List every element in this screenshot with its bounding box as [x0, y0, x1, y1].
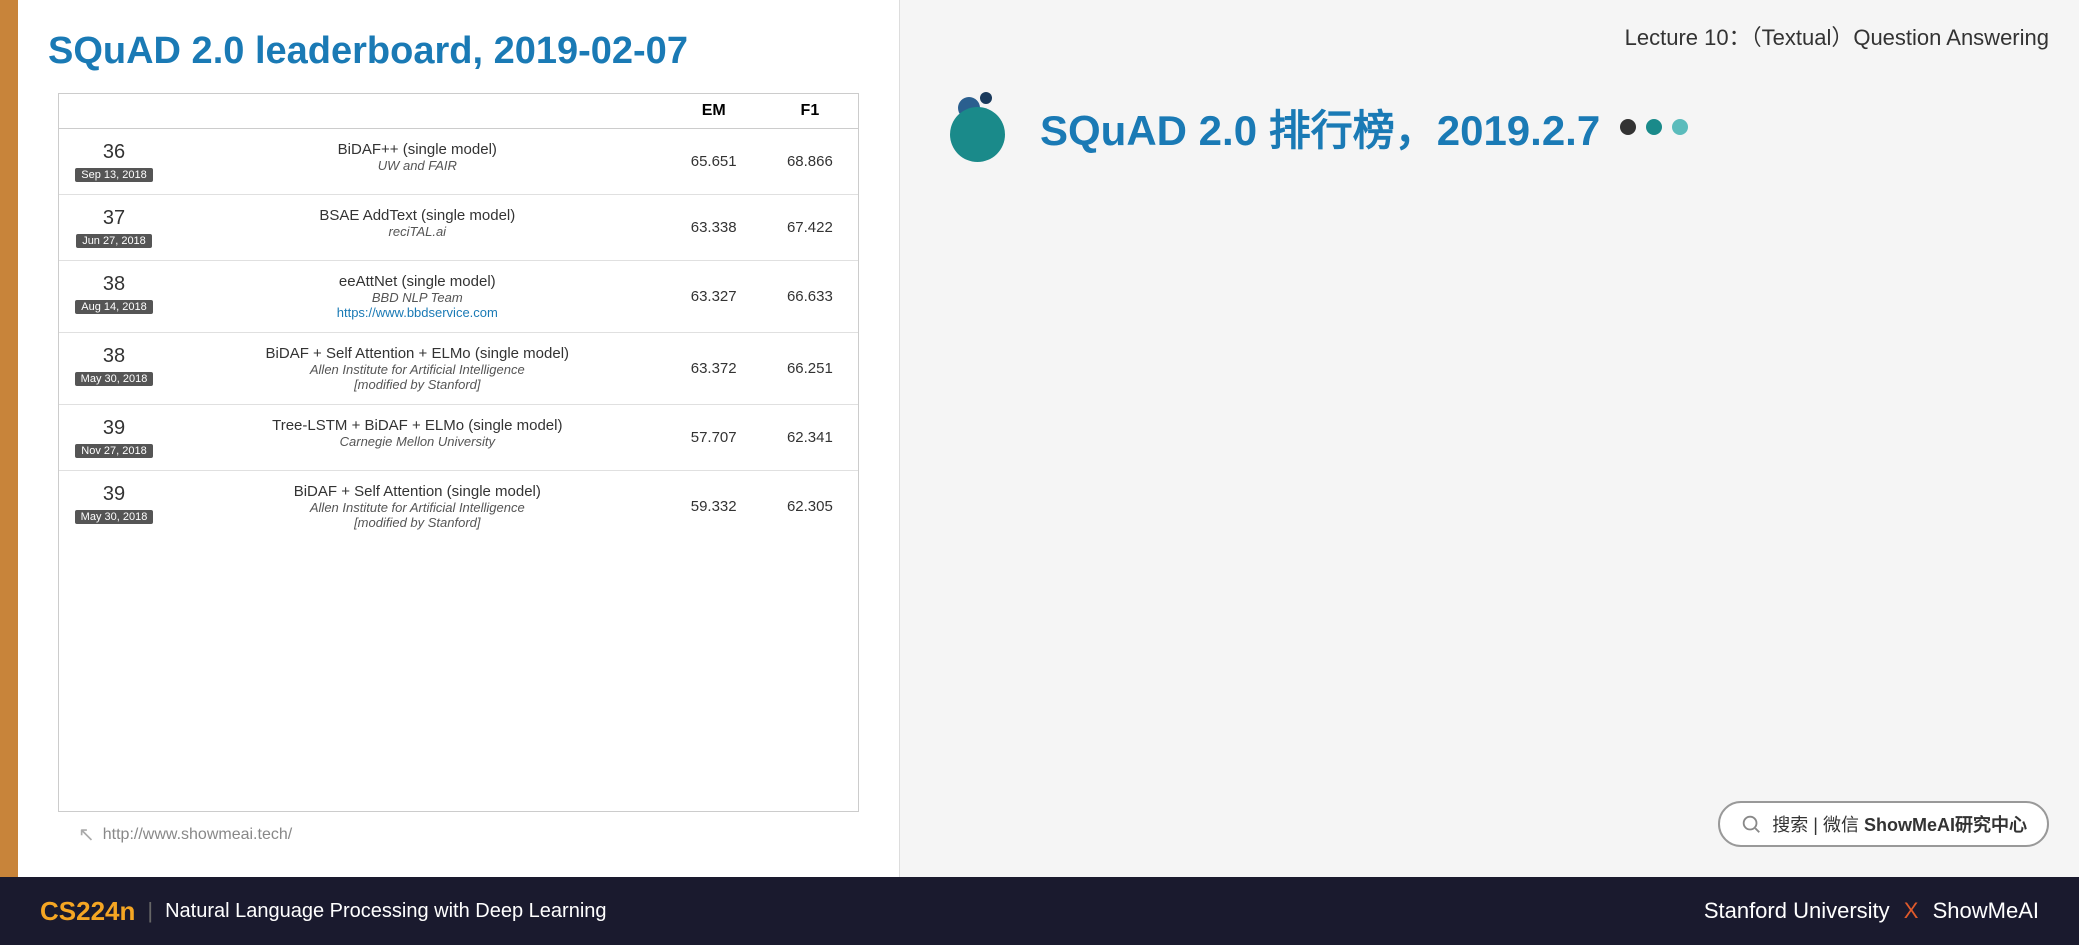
- slide-title: SQuAD 2.0 leaderboard, 2019-02-07: [48, 30, 869, 73]
- f1-score: 62.305: [762, 471, 858, 543]
- rank-cell: 38 Aug 14, 2018: [59, 261, 169, 333]
- table-row: 36 Sep 13, 2018 BiDAF++ (single model)UW…: [59, 129, 858, 195]
- em-score: 63.327: [666, 261, 762, 333]
- rank-date: May 30, 2018: [75, 510, 154, 524]
- course-label: CS224n | Natural Language Processing wit…: [40, 896, 607, 927]
- em-score: 63.338: [666, 195, 762, 261]
- right-slide-content: SQuAD 2.0 排行榜，2019.2.7: [930, 92, 2049, 162]
- slide-accent-border: [0, 0, 18, 877]
- chinese-title: SQuAD 2.0 排行榜，2019.2.7: [1040, 97, 1600, 158]
- rank-date: Aug 14, 2018: [75, 300, 152, 314]
- dots-row: [1620, 119, 1688, 135]
- model-org: Allen Institute for Artificial Intellige…: [177, 362, 658, 377]
- left-slide-panel: SQuAD 2.0 leaderboard, 2019-02-07 EM F1 …: [0, 0, 900, 877]
- em-score: 57.707: [666, 405, 762, 471]
- model-name: Tree-LSTM + BiDAF + ELMo (single model): [177, 417, 658, 434]
- model-cell: BiDAF + Self Attention (single model)All…: [169, 471, 666, 543]
- showmeai-text: ShowMeAI: [1933, 898, 2039, 923]
- logo-dot: [980, 92, 992, 104]
- rank-date: Jun 27, 2018: [76, 234, 152, 248]
- slide-footer: ↖ http://www.showmeai.tech/: [48, 812, 869, 857]
- table-row: 38 Aug 14, 2018 eeAttNet (single model)B…: [59, 261, 858, 333]
- search-box[interactable]: 搜索 | 微信 ShowMeAI研究中心: [1718, 801, 2049, 847]
- footer-url: http://www.showmeai.tech/: [103, 826, 292, 844]
- model-org: UW and FAIR: [177, 158, 658, 173]
- model-org: reciTAL.ai: [177, 224, 658, 239]
- model-org2: [modified by Stanford]: [177, 515, 658, 530]
- model-cell: BSAE AddText (single model)reciTAL.ai: [169, 195, 666, 261]
- search-text: 搜索 | 微信 ShowMeAI研究中心: [1772, 811, 2027, 837]
- table-row: 39 May 30, 2018 BiDAF + Self Attention (…: [59, 471, 858, 543]
- rank-cell: 39 May 30, 2018: [59, 471, 169, 543]
- rank-date: Sep 13, 2018: [75, 168, 152, 182]
- rank-cell: 37 Jun 27, 2018: [59, 195, 169, 261]
- model-cell: eeAttNet (single model)BBD NLP Teamhttps…: [169, 261, 666, 333]
- col-model-header: [169, 94, 666, 129]
- em-score: 63.372: [666, 333, 762, 405]
- f1-score: 68.866: [762, 129, 858, 195]
- rank-number: 37: [67, 207, 161, 230]
- rank-cell: 36 Sep 13, 2018: [59, 129, 169, 195]
- model-cell: BiDAF++ (single model)UW and FAIR: [169, 129, 666, 195]
- model-org2: [modified by Stanford]: [177, 377, 658, 392]
- stanford-text: Stanford University: [1704, 898, 1890, 923]
- model-org: BBD NLP Team: [177, 290, 658, 305]
- model-org: Carnegie Mellon University: [177, 434, 658, 449]
- dot-dark: [1620, 119, 1636, 135]
- showmeai-logo: [950, 92, 1020, 162]
- model-name: BiDAF + Self Attention + ELMo (single mo…: [177, 345, 658, 362]
- leaderboard-table-container: EM F1 36 Sep 13, 2018 BiDAF++ (single mo…: [58, 93, 859, 812]
- model-org: Allen Institute for Artificial Intellige…: [177, 500, 658, 515]
- rank-date: Nov 27, 2018: [75, 444, 152, 458]
- rank-cell: 39 Nov 27, 2018: [59, 405, 169, 471]
- rank-number: 38: [67, 345, 161, 368]
- model-name: BiDAF++ (single model): [177, 141, 658, 158]
- lecture-title: Lecture 10：（Textual）Question Answering: [930, 20, 2049, 52]
- bottom-bar: CS224n | Natural Language Processing wit…: [0, 877, 2079, 945]
- em-score: 59.332: [666, 471, 762, 543]
- f1-score: 66.633: [762, 261, 858, 333]
- course-code: CS224n: [40, 896, 135, 927]
- leaderboard-table: EM F1 36 Sep 13, 2018 BiDAF++ (single mo…: [59, 94, 858, 542]
- rank-number: 39: [67, 483, 161, 506]
- course-name: Natural Language Processing with Deep Le…: [165, 900, 606, 923]
- model-name: eeAttNet (single model): [177, 273, 658, 290]
- col-f1-header: F1: [762, 94, 858, 129]
- rank-cell: 38 May 30, 2018: [59, 333, 169, 405]
- dot-teal: [1646, 119, 1662, 135]
- f1-score: 67.422: [762, 195, 858, 261]
- f1-score: 66.251: [762, 333, 858, 405]
- bottom-right: Stanford University X ShowMeAI: [1704, 898, 2039, 924]
- chinese-title-row: SQuAD 2.0 排行榜，2019.2.7: [950, 92, 1718, 162]
- logo-circle-big: [950, 107, 1005, 162]
- table-row: 39 Nov 27, 2018 Tree-LSTM + BiDAF + ELMo…: [59, 405, 858, 471]
- rank-number: 36: [67, 141, 161, 164]
- col-em-header: EM: [666, 94, 762, 129]
- col-rank-header: [59, 94, 169, 129]
- cursor-icon: ↖: [78, 822, 95, 847]
- rank-date: May 30, 2018: [75, 372, 154, 386]
- x-separator: X: [1904, 898, 1919, 923]
- rank-number: 39: [67, 417, 161, 440]
- model-name: BSAE AddText (single model): [177, 207, 658, 224]
- model-cell: Tree-LSTM + BiDAF + ELMo (single model)C…: [169, 405, 666, 471]
- rank-number: 38: [67, 273, 161, 296]
- table-row: 38 May 30, 2018 BiDAF + Self Attention +…: [59, 333, 858, 405]
- right-panel: Lecture 10：（Textual）Question Answering S…: [900, 0, 2079, 877]
- search-icon: [1740, 813, 1762, 835]
- search-bold-text: ShowMeAI研究中心: [1864, 815, 2027, 835]
- model-link: https://www.bbdservice.com: [177, 305, 658, 320]
- em-score: 65.651: [666, 129, 762, 195]
- model-name: BiDAF + Self Attention (single model): [177, 483, 658, 500]
- model-cell: BiDAF + Self Attention + ELMo (single mo…: [169, 333, 666, 405]
- table-row: 37 Jun 27, 2018 BSAE AddText (single mod…: [59, 195, 858, 261]
- divider: |: [147, 898, 153, 924]
- f1-score: 62.341: [762, 405, 858, 471]
- dot-light-teal: [1672, 119, 1688, 135]
